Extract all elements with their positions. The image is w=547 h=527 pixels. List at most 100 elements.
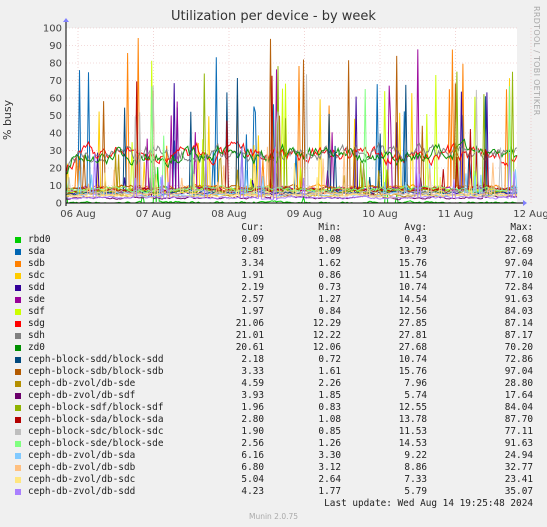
legend-value-cur: 4.23: [241, 486, 264, 497]
legend-swatch: [15, 489, 21, 495]
legend-value-min: 0.72: [318, 354, 341, 365]
legend-item: zd0 20.61 12.06 27.68 70.20: [0, 342, 547, 354]
legend-value-min: 12.29: [312, 318, 341, 329]
legend-value-min: 2.26: [318, 378, 341, 389]
legend-swatch: [15, 453, 21, 459]
y-tick-label: 60: [49, 94, 62, 105]
legend-value-cur: 6.16: [241, 450, 264, 461]
legend-value-min: 3.12: [318, 462, 341, 473]
legend-value-cur: 6.80: [241, 462, 264, 473]
legend-value-cur: 3.34: [241, 258, 264, 269]
legend-series-name: ceph-block-sde/block-sde: [28, 438, 164, 449]
last-update: Last update: Wed Aug 14 19:25:48 2024: [324, 498, 533, 509]
y-axis-arrow: [63, 18, 69, 22]
x-tick-label: 10 Aug: [362, 209, 397, 220]
legend-series-name: ceph-db-zvol/db-sdf: [28, 390, 136, 401]
legend-value-max: 77.11: [504, 426, 533, 437]
x-tick-label: 11 Aug: [438, 209, 473, 220]
legend-item: sdd 2.19 0.73 10.74 72.84: [0, 282, 547, 294]
legend-value-max: 24.94: [504, 450, 533, 461]
legend-value-max: 72.86: [504, 354, 533, 365]
legend-value-cur: 1.91: [241, 270, 264, 281]
legend-item: ceph-block-sdf/block-sdf 1.96 0.83 12.55 84.…: [0, 402, 547, 414]
legend-series-name: ceph-db-zvol/db-sdd: [28, 486, 136, 497]
legend-value-min: 1.26: [318, 438, 341, 449]
legend-value-avg: 11.53: [398, 426, 427, 437]
legend-value-max: 28.80: [504, 378, 533, 389]
legend-value-cur: 4.59: [241, 378, 264, 389]
legend-value-avg: 0.43: [404, 234, 427, 245]
legend-series-name: rbd0: [28, 234, 51, 245]
legend-item: ceph-block-sdd/block-sdd 2.18 0.72 10.74 72.…: [0, 354, 547, 366]
legend-value-avg: 5.74: [404, 390, 427, 401]
legend-value-min: 0.85: [318, 426, 341, 437]
legend-series-name: sdb: [28, 258, 45, 269]
legend-value-max: 35.07: [504, 486, 533, 497]
legend-value-max: 87.14: [504, 318, 533, 329]
legend-swatch: [15, 333, 21, 339]
legend-value-min: 12.06: [312, 342, 341, 353]
legend-value-min: 1.08: [318, 414, 341, 425]
legend-value-avg: 7.33: [404, 474, 427, 485]
legend-value-min: 0.86: [318, 270, 341, 281]
legend-value-avg: 27.85: [398, 318, 427, 329]
legend-value-max: 77.10: [504, 270, 533, 281]
legend-table: Cur: Min: Avg: Max: rbd0 0.09 0.08 0.43 22.6…: [0, 222, 547, 498]
legend-swatch: [15, 297, 21, 303]
legend-swatch: [15, 369, 21, 375]
legend-value-cur: 0.09: [241, 234, 264, 245]
legend-series-name: sdf: [28, 306, 45, 317]
legend-header-max: Max:: [510, 222, 533, 233]
legend-value-max: 97.04: [504, 258, 533, 269]
legend-item: sdg 21.06 12.29 27.85 87.14: [0, 318, 547, 330]
legend-item: ceph-db-zvol/db-sdc 5.04 2.64 7.33 23.41: [0, 474, 547, 486]
plot-area: 0 10 20 30 40 50 60 70 80 90 100 06 Aug 07 Aug 08 Aug…: [43, 18, 547, 220]
y-tick-label: 30: [49, 146, 62, 157]
legend-series-name: sda: [28, 246, 45, 257]
legend-value-min: 0.84: [318, 306, 341, 317]
legend-series-name: sde: [28, 294, 45, 305]
legend-value-min: 3.30: [318, 450, 341, 461]
legend-value-cur: 1.97: [241, 306, 264, 317]
legend-value-max: 87.17: [504, 330, 533, 341]
legend-item: ceph-db-zvol/db-sdd 4.23 1.77 5.79 35.07: [0, 486, 547, 498]
y-tick-label: 100: [43, 24, 62, 35]
legend-value-avg: 12.55: [398, 402, 427, 413]
legend-swatch: [15, 441, 21, 447]
legend-series-name: ceph-block-sdc/block-sdc: [28, 426, 164, 437]
legend-value-max: 32.77: [504, 462, 533, 473]
x-tick-label: 07 Aug: [136, 209, 171, 220]
legend-series-name: zd0: [28, 342, 45, 353]
legend-series-name: sdh: [28, 330, 45, 341]
legend-value-cur: 2.81: [241, 246, 264, 257]
legend-item: sdh 21.01 12.22 27.81 87.17: [0, 330, 547, 342]
legend-swatch: [15, 381, 21, 387]
legend-value-max: 97.04: [504, 366, 533, 377]
legend-value-avg: 5.79: [404, 486, 427, 497]
legend-value-avg: 13.78: [398, 414, 427, 425]
legend-series-name: sdc: [28, 270, 45, 281]
legend-item: sdc 1.91 0.86 11.54 77.10: [0, 270, 547, 282]
legend-value-avg: 11.54: [398, 270, 427, 281]
legend-value-avg: 7.96: [404, 378, 427, 389]
y-tick-label: 20: [49, 164, 62, 175]
legend-swatch: [15, 345, 21, 351]
legend-series-name: ceph-db-zvol/db-sdb: [28, 462, 136, 473]
legend-value-cur: 1.90: [241, 426, 264, 437]
legend-value-cur: 1.96: [241, 402, 264, 413]
legend-value-min: 0.83: [318, 402, 341, 413]
legend-value-cur: 20.61: [235, 342, 264, 353]
legend-value-avg: 10.74: [398, 282, 427, 293]
legend-swatch: [15, 393, 21, 399]
legend-value-min: 1.27: [318, 294, 341, 305]
legend-value-cur: 21.01: [235, 330, 264, 341]
legend-item: ceph-block-sdc/block-sdc 1.90 0.85 11.53 77.…: [0, 426, 547, 438]
legend-value-max: 91.63: [504, 438, 533, 449]
y-tick-label: 70: [49, 76, 62, 87]
legend-value-avg: 15.76: [398, 258, 427, 269]
legend-value-avg: 8.86: [404, 462, 427, 473]
legend-header-min: Min:: [318, 222, 341, 233]
legend-swatch: [15, 309, 21, 315]
legend-value-avg: 12.56: [398, 306, 427, 317]
legend-value-max: 87.69: [504, 246, 533, 257]
